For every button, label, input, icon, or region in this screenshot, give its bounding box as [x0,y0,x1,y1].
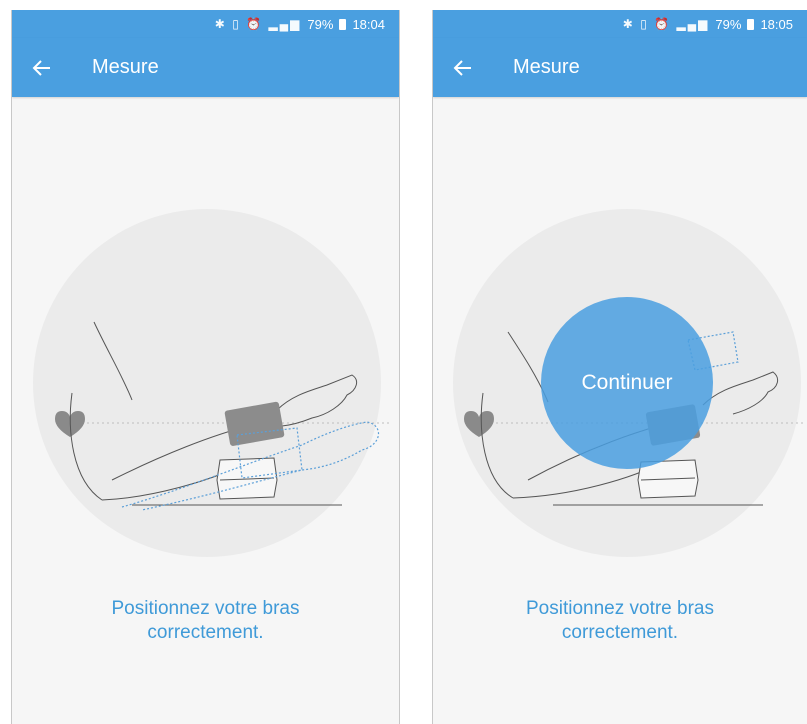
continue-button[interactable]: Continuer [541,297,713,469]
phone-screen-right: ✱ ▯ ⏰ ▂▄▆ 79% 18:05 Mesure Continuer Pos… [432,10,807,724]
instruction-line-1: Positionnez votre bras [111,598,300,619]
phone-screen-left: ✱ ▯ ⏰ ▂▄▆ 79% 18:04 Mesure Positionnez v… [11,10,400,724]
instruction-text: Positionnez votre bras correctement. [433,597,807,645]
instruction-line-2: correctement. [561,622,679,643]
instruction-line-2: correctement. [147,622,264,643]
instruction-text: Positionnez votre bras correctement. [12,597,399,645]
instruction-line-1: Positionnez votre bras [526,598,714,619]
